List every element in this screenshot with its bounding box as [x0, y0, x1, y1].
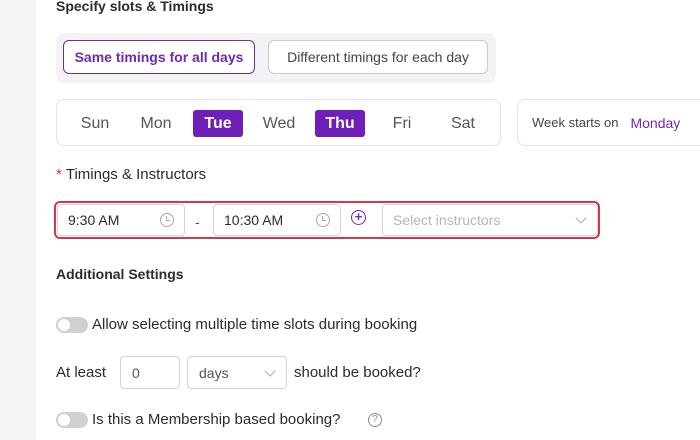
advance-count-input[interactable]: 0 [120, 356, 180, 389]
day-thu[interactable]: Thu [315, 110, 365, 137]
clock-icon [160, 213, 174, 227]
day-mon[interactable]: Mon [131, 110, 181, 137]
same-timings-button[interactable]: Same timings for all days [63, 40, 255, 74]
week-start-select[interactable]: Week starts on Monday [517, 99, 700, 146]
end-time-value: 10:30 AM [224, 212, 284, 228]
membership-toggle[interactable] [56, 412, 88, 428]
required-mark: * [56, 166, 62, 183]
time-separator: - [195, 214, 200, 230]
end-time-input[interactable]: 10:30 AM [213, 204, 341, 236]
clock-icon [316, 213, 330, 227]
day-selector: Sun Mon Tue Wed Thu Fri Sat [56, 99, 501, 146]
timings-label-text: Timings & Instructors [65, 166, 207, 183]
membership-label: Is this a Membership based booking? [92, 411, 341, 428]
day-wed[interactable]: Wed [254, 110, 304, 137]
add-timing-icon[interactable]: + [351, 210, 366, 225]
advance-prefix: At least [56, 364, 107, 381]
help-icon[interactable]: ? [368, 413, 382, 427]
day-fri[interactable]: Fri [377, 110, 427, 137]
advance-unit-value: days [199, 364, 229, 381]
start-time-input[interactable]: 9:30 AM [57, 204, 185, 236]
advance-suffix: should be booked? [294, 364, 421, 381]
week-start-value: Monday [630, 114, 681, 131]
start-time-value: 9:30 AM [68, 212, 120, 228]
timing-mode-toggle: Same timings for all days Different timi… [56, 33, 496, 83]
additional-settings-title: Additional Settings [56, 266, 184, 282]
instructors-placeholder: Select instructors [393, 212, 501, 228]
multi-slot-toggle[interactable] [56, 317, 88, 333]
week-start-label: Week starts on [532, 115, 619, 130]
different-timings-button[interactable]: Different timings for each day [268, 40, 488, 74]
timings-label: * Timings & Instructors [56, 166, 206, 183]
advance-unit-select[interactable]: days [187, 356, 287, 389]
multi-slot-label: Allow selecting multiple time slots duri… [92, 316, 418, 333]
chevron-down-icon [575, 212, 587, 224]
day-sun[interactable]: Sun [70, 110, 120, 137]
section-title: Specify slots & Timings [56, 0, 214, 14]
day-tue[interactable]: Tue [193, 110, 243, 137]
instructors-select[interactable]: Select instructors [382, 204, 598, 236]
chevron-down-icon [264, 365, 276, 377]
day-sat[interactable]: Sat [438, 110, 488, 137]
